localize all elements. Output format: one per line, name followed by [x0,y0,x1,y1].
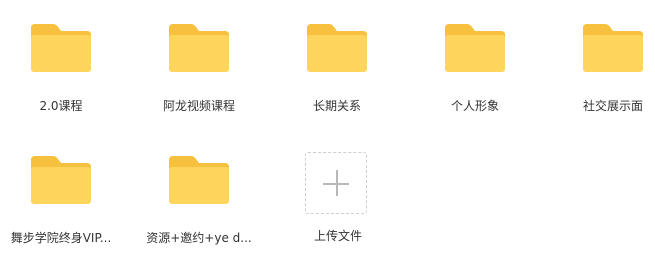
folder-name: 2.0课程 [39,99,83,113]
folder-item[interactable]: 个人形象 [415,8,535,118]
upload-item[interactable]: 上传文件 [278,150,398,254]
folder-name: 阿龙视频课程 [162,99,235,113]
file-grid: 2.0课程 阿龙视频课程 长期关系 个人形象 社交展示面 舞步学院终身VIP..… [0,0,655,254]
folder-icon [167,22,231,74]
folder-icon [167,154,231,206]
folder-name: 长期关系 [312,99,361,113]
upload-label: 上传文件 [313,229,362,243]
folder-name: 舞步学院终身VIP... [10,231,112,245]
folder-icon [29,22,93,74]
folder-item[interactable]: 长期关系 [277,8,397,118]
folder-icon [581,22,645,74]
folder-item[interactable]: 2.0课程 [1,8,121,118]
upload-button[interactable] [305,152,367,214]
folder-icon [29,154,93,206]
folder-name: 社交展示面 [582,99,643,113]
folder-item[interactable]: 资源+邀约+ye d... [139,140,259,250]
folder-name: 资源+邀约+ye d... [146,231,252,245]
folder-icon [305,22,369,74]
folder-item[interactable]: 阿龙视频课程 [139,8,259,118]
folder-item[interactable]: 社交展示面 [553,8,655,118]
folder-name: 个人形象 [450,99,499,113]
folder-icon [443,22,507,74]
folder-item[interactable]: 舞步学院终身VIP... [1,140,121,250]
